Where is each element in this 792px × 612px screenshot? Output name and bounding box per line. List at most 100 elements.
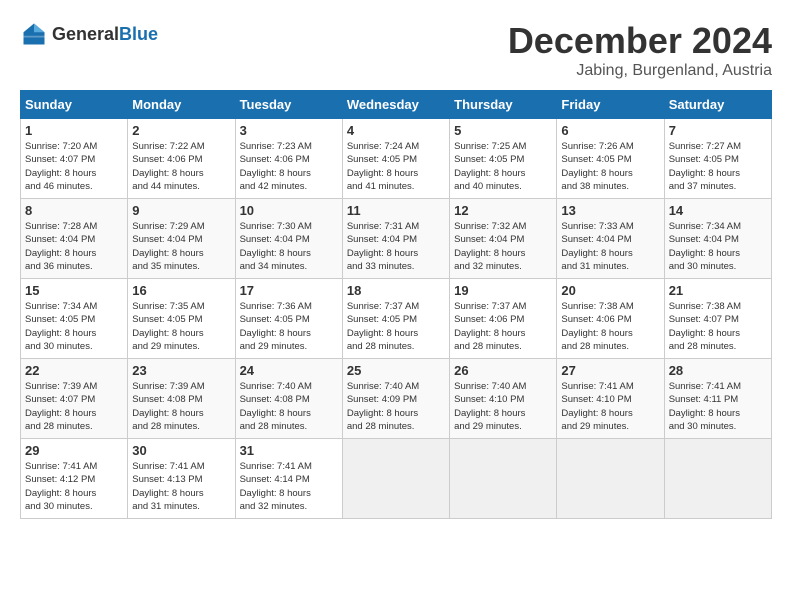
calendar-cell: 19 Sunrise: 7:37 AM Sunset: 4:06 PM Dayli… xyxy=(450,279,557,359)
day-number: 14 xyxy=(669,203,767,218)
calendar-cell: 18 Sunrise: 7:37 AM Sunset: 4:05 PM Dayli… xyxy=(342,279,449,359)
calendar-cell: 21 Sunrise: 7:38 AM Sunset: 4:07 PM Dayli… xyxy=(664,279,771,359)
day-info: Sunrise: 7:34 AM Sunset: 4:05 PM Dayligh… xyxy=(25,300,123,353)
day-number: 12 xyxy=(454,203,552,218)
day-info: Sunrise: 7:34 AM Sunset: 4:04 PM Dayligh… xyxy=(669,220,767,273)
calendar-cell: 5Sunrise: 7:25 AM Sunset: 4:05 PM Daylig… xyxy=(450,119,557,199)
logo-icon xyxy=(20,20,48,48)
day-number: 21 xyxy=(669,283,767,298)
calendar-cell: 20 Sunrise: 7:38 AM Sunset: 4:06 PM Dayli… xyxy=(557,279,664,359)
day-number: 9 xyxy=(132,203,230,218)
day-info: Sunrise: 7:40 AM Sunset: 4:09 PM Dayligh… xyxy=(347,380,445,433)
day-number: 18 xyxy=(347,283,445,298)
calendar-cell xyxy=(342,439,449,519)
calendar-cell xyxy=(450,439,557,519)
calendar-cell: 11Sunrise: 7:31 AM Sunset: 4:04 PM Dayli… xyxy=(342,199,449,279)
day-number: 6 xyxy=(561,123,659,138)
day-info: Sunrise: 7:20 AM Sunset: 4:07 PM Dayligh… xyxy=(25,140,123,193)
calendar-cell: 26Sunrise: 7:40 AM Sunset: 4:10 PM Dayli… xyxy=(450,359,557,439)
day-info: Sunrise: 7:37 AM Sunset: 4:05 PM Dayligh… xyxy=(347,300,445,353)
calendar-cell: 9 Sunrise: 7:29 AM Sunset: 4:04 PM Daylig… xyxy=(128,199,235,279)
calendar-week-row: 8Sunrise: 7:28 AM Sunset: 4:04 PM Daylig… xyxy=(21,199,772,279)
title-block: December 2024 Jabing, Burgenland, Austri… xyxy=(508,20,772,80)
calendar-cell: 23 Sunrise: 7:39 AM Sunset: 4:08 PM Dayli… xyxy=(128,359,235,439)
weekday-header-monday: Monday xyxy=(128,91,235,119)
calendar-cell: 6 Sunrise: 7:26 AM Sunset: 4:05 PM Daylig… xyxy=(557,119,664,199)
day-info: Sunrise: 7:30 AM Sunset: 4:04 PM Dayligh… xyxy=(240,220,338,273)
calendar-cell: 22 Sunrise: 7:39 AM Sunset: 4:07 PM Dayli… xyxy=(21,359,128,439)
day-number: 22 xyxy=(25,363,123,378)
day-info: Sunrise: 7:27 AM Sunset: 4:05 PM Dayligh… xyxy=(669,140,767,193)
day-number: 7 xyxy=(669,123,767,138)
day-number: 3 xyxy=(240,123,338,138)
day-number: 4 xyxy=(347,123,445,138)
day-number: 17 xyxy=(240,283,338,298)
day-info: Sunrise: 7:39 AM Sunset: 4:08 PM Dayligh… xyxy=(132,380,230,433)
weekday-header-thursday: Thursday xyxy=(450,91,557,119)
calendar-header-row: SundayMondayTuesdayWednesdayThursdayFrid… xyxy=(21,91,772,119)
location-text: Jabing, Burgenland, Austria xyxy=(508,62,772,80)
day-number: 1 xyxy=(25,123,123,138)
calendar-cell: 2Sunrise: 7:22 AM Sunset: 4:06 PM Daylig… xyxy=(128,119,235,199)
calendar-cell: 16 Sunrise: 7:35 AM Sunset: 4:05 PM Dayli… xyxy=(128,279,235,359)
day-info: Sunrise: 7:41 AM Sunset: 4:10 PM Dayligh… xyxy=(561,380,659,433)
day-info: Sunrise: 7:41 AM Sunset: 4:13 PM Dayligh… xyxy=(132,460,230,513)
day-info: Sunrise: 7:32 AM Sunset: 4:04 PM Dayligh… xyxy=(454,220,552,273)
logo-general-text: General xyxy=(52,24,119,44)
day-number: 28 xyxy=(669,363,767,378)
day-number: 23 xyxy=(132,363,230,378)
calendar-cell: 8Sunrise: 7:28 AM Sunset: 4:04 PM Daylig… xyxy=(21,199,128,279)
logo-blue-text: Blue xyxy=(119,24,158,44)
calendar-cell xyxy=(557,439,664,519)
calendar-cell: 24 Sunrise: 7:40 AM Sunset: 4:08 PM Dayli… xyxy=(235,359,342,439)
day-number: 27 xyxy=(561,363,659,378)
day-number: 24 xyxy=(240,363,338,378)
day-info: Sunrise: 7:40 AM Sunset: 4:08 PM Dayligh… xyxy=(240,380,338,433)
day-info: Sunrise: 7:41 AM Sunset: 4:12 PM Dayligh… xyxy=(25,460,123,513)
page-header: GeneralBlue December 2024 Jabing, Burgen… xyxy=(20,20,772,80)
calendar-cell: 17Sunrise: 7:36 AM Sunset: 4:05 PM Dayli… xyxy=(235,279,342,359)
day-info: Sunrise: 7:25 AM Sunset: 4:05 PM Dayligh… xyxy=(454,140,552,193)
day-info: Sunrise: 7:38 AM Sunset: 4:07 PM Dayligh… xyxy=(669,300,767,353)
day-info: Sunrise: 7:41 AM Sunset: 4:11 PM Dayligh… xyxy=(669,380,767,433)
calendar-cell: 30 Sunrise: 7:41 AM Sunset: 4:13 PM Dayli… xyxy=(128,439,235,519)
day-info: Sunrise: 7:38 AM Sunset: 4:06 PM Dayligh… xyxy=(561,300,659,353)
day-number: 2 xyxy=(132,123,230,138)
day-info: Sunrise: 7:26 AM Sunset: 4:05 PM Dayligh… xyxy=(561,140,659,193)
day-number: 16 xyxy=(132,283,230,298)
calendar-cell: 29Sunrise: 7:41 AM Sunset: 4:12 PM Dayli… xyxy=(21,439,128,519)
month-title: December 2024 xyxy=(508,20,772,62)
day-info: Sunrise: 7:37 AM Sunset: 4:06 PM Dayligh… xyxy=(454,300,552,353)
day-info: Sunrise: 7:39 AM Sunset: 4:07 PM Dayligh… xyxy=(25,380,123,433)
day-info: Sunrise: 7:40 AM Sunset: 4:10 PM Dayligh… xyxy=(454,380,552,433)
day-number: 13 xyxy=(561,203,659,218)
day-number: 15 xyxy=(25,283,123,298)
weekday-header-sunday: Sunday xyxy=(21,91,128,119)
calendar-cell: 12 Sunrise: 7:32 AM Sunset: 4:04 PM Dayli… xyxy=(450,199,557,279)
calendar-cell: 27 Sunrise: 7:41 AM Sunset: 4:10 PM Dayli… xyxy=(557,359,664,439)
calendar-cell: 10Sunrise: 7:30 AM Sunset: 4:04 PM Dayli… xyxy=(235,199,342,279)
calendar-cell: 3 Sunrise: 7:23 AM Sunset: 4:06 PM Daylig… xyxy=(235,119,342,199)
day-number: 19 xyxy=(454,283,552,298)
day-number: 8 xyxy=(25,203,123,218)
day-number: 30 xyxy=(132,443,230,458)
calendar-cell: 28 Sunrise: 7:41 AM Sunset: 4:11 PM Dayli… xyxy=(664,359,771,439)
day-info: Sunrise: 7:23 AM Sunset: 4:06 PM Dayligh… xyxy=(240,140,338,193)
calendar-cell: 13Sunrise: 7:33 AM Sunset: 4:04 PM Dayli… xyxy=(557,199,664,279)
weekday-header-wednesday: Wednesday xyxy=(342,91,449,119)
calendar-week-row: 15 Sunrise: 7:34 AM Sunset: 4:05 PM Dayli… xyxy=(21,279,772,359)
calendar-cell: 31 Sunrise: 7:41 AM Sunset: 4:14 PM Dayli… xyxy=(235,439,342,519)
day-number: 25 xyxy=(347,363,445,378)
calendar-cell: 7 Sunrise: 7:27 AM Sunset: 4:05 PM Daylig… xyxy=(664,119,771,199)
calendar-cell: 15 Sunrise: 7:34 AM Sunset: 4:05 PM Dayli… xyxy=(21,279,128,359)
day-number: 11 xyxy=(347,203,445,218)
day-number: 20 xyxy=(561,283,659,298)
day-info: Sunrise: 7:41 AM Sunset: 4:14 PM Dayligh… xyxy=(240,460,338,513)
calendar-cell: 14 Sunrise: 7:34 AM Sunset: 4:04 PM Dayli… xyxy=(664,199,771,279)
day-number: 31 xyxy=(240,443,338,458)
day-info: Sunrise: 7:35 AM Sunset: 4:05 PM Dayligh… xyxy=(132,300,230,353)
day-info: Sunrise: 7:29 AM Sunset: 4:04 PM Dayligh… xyxy=(132,220,230,273)
weekday-header-friday: Friday xyxy=(557,91,664,119)
calendar-week-row: 22 Sunrise: 7:39 AM Sunset: 4:07 PM Dayli… xyxy=(21,359,772,439)
day-info: Sunrise: 7:24 AM Sunset: 4:05 PM Dayligh… xyxy=(347,140,445,193)
